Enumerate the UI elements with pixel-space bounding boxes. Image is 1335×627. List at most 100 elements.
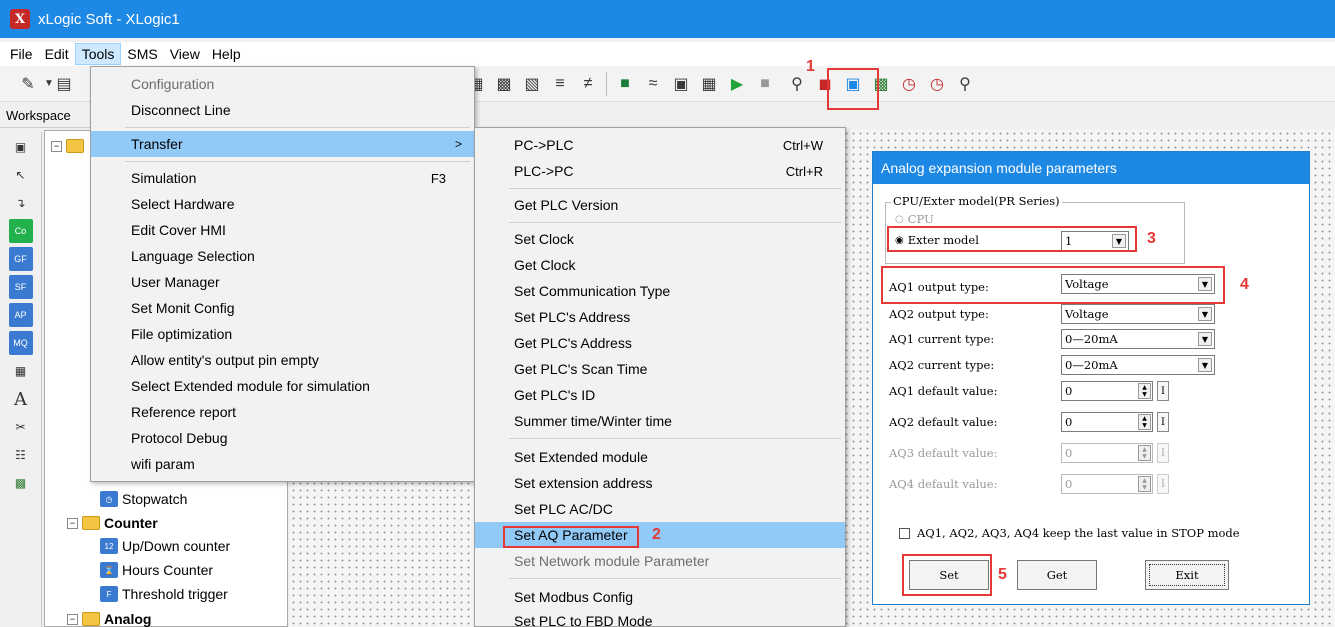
menu-item-reference-report[interactable]: Reference report xyxy=(91,399,474,425)
aq1-default-spinbox[interactable]: 0 ▲ ▼ xyxy=(1061,381,1153,401)
menu-edit[interactable]: Edit xyxy=(39,44,75,64)
menu-item-set-extension-address[interactable]: Set extension address xyxy=(475,470,845,496)
edit-x-icon[interactable]: ≠ xyxy=(574,70,602,98)
ap-icon[interactable]: AP xyxy=(8,303,33,327)
spin-value: 0 xyxy=(1065,384,1073,398)
signal-icon[interactable]: ≈ xyxy=(639,70,667,98)
menu-item-select-extended-module[interactable]: Select Extended module for simulation xyxy=(91,373,474,399)
block-icon[interactable]: ▦ xyxy=(9,359,33,383)
get-button[interactable]: Get xyxy=(1017,560,1097,590)
menu-item-wifi-param[interactable]: wifi param xyxy=(91,451,474,477)
menu-item-get-plc-address[interactable]: Get PLC's Address xyxy=(475,330,845,356)
network-icon[interactable]: ☷ xyxy=(9,443,33,467)
grid-icon[interactable]: ▧ xyxy=(518,70,546,98)
tree-item-hours-counter[interactable]: ⌛ Hours Counter xyxy=(100,562,213,578)
annotation-box-2 xyxy=(503,526,639,548)
tree-folder-counter[interactable]: − Counter xyxy=(67,515,158,531)
menu-item-disconnect-line[interactable]: Disconnect Line xyxy=(91,97,474,123)
clock-get-icon[interactable]: ◷ xyxy=(923,70,951,98)
spinner-arrows-icon[interactable]: ▲ ▼ xyxy=(1138,414,1151,430)
mq-icon[interactable]: MQ xyxy=(8,331,33,355)
menu-item-label: Transfer xyxy=(131,136,183,152)
menu-item-set-plc-ac-dc[interactable]: Set PLC AC/DC xyxy=(475,496,845,522)
radio-empty-icon: ○ xyxy=(895,213,904,225)
aq1-current-type-combo[interactable]: 0—20mA ▼ xyxy=(1061,329,1215,349)
connect-icon[interactable]: ■ xyxy=(611,70,639,98)
menu-item-set-plc-fbd-mode[interactable]: Set PLC to FBD Mode xyxy=(475,608,845,627)
menu-item-configuration[interactable]: Configuration xyxy=(91,71,474,97)
tree-item-threshold-trigger[interactable]: F Threshold trigger xyxy=(100,586,228,602)
menu-item-user-manager[interactable]: User Manager xyxy=(91,269,474,295)
menu-item-language-selection[interactable]: Language Selection xyxy=(91,243,474,269)
aq3-default-label: AQ3 default value: xyxy=(889,446,998,460)
menu-item-simulation[interactable]: Simulation F3 xyxy=(91,165,474,191)
edit-v-icon[interactable]: ≡ xyxy=(546,70,574,98)
open-file-icon[interactable]: ▤ xyxy=(56,70,72,98)
menu-help[interactable]: Help xyxy=(206,44,247,64)
menu-tools[interactable]: Tools xyxy=(74,43,122,65)
menu-item-select-hardware[interactable]: Select Hardware xyxy=(91,191,474,217)
pointer-icon[interactable]: ↖ xyxy=(9,163,33,187)
tree-item-updown-counter[interactable]: 12 Up/Down counter xyxy=(100,538,230,554)
menu-file[interactable]: File xyxy=(4,44,39,64)
menu-separator xyxy=(125,161,470,162)
menu-item-file-optimization[interactable]: File optimization xyxy=(91,321,474,347)
aq2-i-button[interactable]: I xyxy=(1157,412,1169,432)
cut-icon[interactable]: ✂ xyxy=(9,415,33,439)
new-file-icon[interactable]: ✎ xyxy=(14,70,42,98)
text-icon[interactable]: A xyxy=(9,387,33,411)
run-icon[interactable]: ▶ xyxy=(723,70,751,98)
aq2-default-spinbox[interactable]: 0 ▲ ▼ xyxy=(1061,412,1153,432)
menu-shortcut: F3 xyxy=(430,170,446,186)
distribute-icon[interactable]: ▩ xyxy=(490,70,518,98)
tree-folder-analog[interactable]: − Analog xyxy=(67,611,151,627)
constant-icon[interactable]: Co xyxy=(8,219,33,243)
menu-item-transfer[interactable]: Transfer > xyxy=(91,131,474,157)
menu-item-plc-to-pc[interactable]: PLC->PC Ctrl+R xyxy=(475,158,845,184)
save-icon[interactable]: ▣ xyxy=(667,70,695,98)
module-icon[interactable]: ▩ xyxy=(9,471,33,495)
menu-item-set-modbus-config[interactable]: Set Modbus Config xyxy=(475,584,845,610)
dropdown-chevron-icon[interactable]: ▼ xyxy=(42,70,56,98)
menu-item-set-plc-address[interactable]: Set PLC's Address xyxy=(475,304,845,330)
sf-icon[interactable]: SF xyxy=(8,275,33,299)
menu-item-get-plc-id[interactable]: Get PLC's ID xyxy=(475,382,845,408)
menu-item-set-extended-module[interactable]: Set Extended module xyxy=(475,444,845,470)
menu-item-set-network-module-parameter[interactable]: Set Network module Parameter xyxy=(475,548,845,574)
menu-item-edit-cover-hmi[interactable]: Edit Cover HMI xyxy=(91,217,474,243)
left-toolbox: ▣ ↖ ↴ Co GF SF AP MQ ▦ A ✂ ☷ ▩ xyxy=(0,132,42,627)
aq1-i-button[interactable]: I xyxy=(1157,381,1169,401)
menu-item-set-monit-config[interactable]: Set Monit Config xyxy=(91,295,474,321)
menu-item-summer-winter-time[interactable]: Summer time/Winter time xyxy=(475,408,845,434)
radio-cpu[interactable]: ○ CPU xyxy=(895,212,934,226)
menu-item-set-communication-type[interactable]: Set Communication Type xyxy=(475,278,845,304)
tree-item-stopwatch[interactable]: ◷ Stopwatch xyxy=(100,491,187,507)
menu-item-allow-output-pin-empty[interactable]: Allow entity's output pin empty xyxy=(91,347,474,373)
aq2-current-type-combo[interactable]: 0—20mA ▼ xyxy=(1061,355,1215,375)
keep-last-value-checkbox[interactable]: AQ1, AQ2, AQ3, AQ4 keep the last value i… xyxy=(899,526,1240,540)
tree-root-expander[interactable]: − xyxy=(51,139,88,153)
menu-item-pc-to-plc[interactable]: PC->PLC Ctrl+W xyxy=(475,132,845,158)
clock-set-icon[interactable]: ◷ xyxy=(895,70,923,98)
folder-icon xyxy=(66,139,84,153)
menu-sms[interactable]: SMS xyxy=(121,44,163,64)
stopwatch-icon: ◷ xyxy=(100,491,118,507)
table-icon[interactable]: ▦ xyxy=(695,70,723,98)
gf-icon[interactable]: GF xyxy=(8,247,33,271)
menu-item-set-clock[interactable]: Set Clock xyxy=(475,226,845,252)
exit-button[interactable]: Exit xyxy=(1145,560,1229,590)
menu-item-get-plc-version[interactable]: Get PLC Version xyxy=(475,192,845,218)
stop-icon[interactable]: ■ xyxy=(751,70,779,98)
spinner-arrows-icon[interactable]: ▲ ▼ xyxy=(1138,383,1151,399)
search-icon[interactable]: ⚲ xyxy=(951,70,979,98)
connector-icon[interactable]: ↴ xyxy=(9,191,33,215)
menu-view[interactable]: View xyxy=(164,44,206,64)
threshold-icon: F xyxy=(100,586,118,602)
aq2-output-type-combo[interactable]: Voltage ▼ xyxy=(1061,304,1215,324)
aq2-default-label: AQ2 default value: xyxy=(889,415,998,429)
menu-item-get-clock[interactable]: Get Clock xyxy=(475,252,845,278)
menu-item-protocol-debug[interactable]: Protocol Debug xyxy=(91,425,474,451)
pin-icon[interactable]: ▣ xyxy=(9,135,33,159)
menu-item-get-plc-scan-time[interactable]: Get PLC's Scan Time xyxy=(475,356,845,382)
app-logo-icon: X xyxy=(10,9,30,29)
